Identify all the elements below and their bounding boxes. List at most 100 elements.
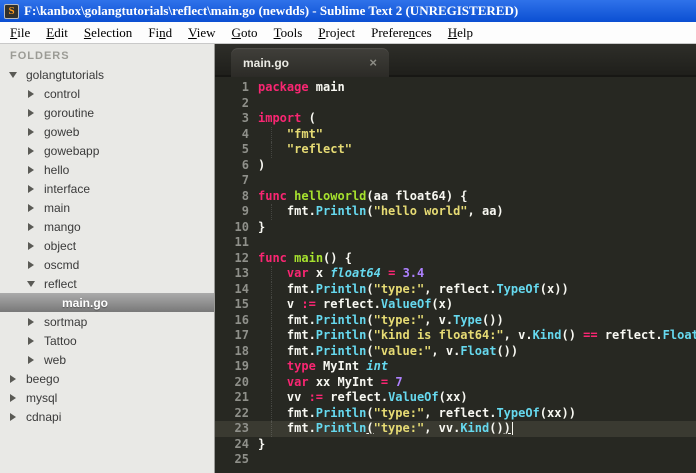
code-line-17[interactable]: 17 fmt.Println("kind is float64:", v.Kin…	[215, 328, 696, 344]
code-token: :=	[301, 297, 316, 311]
sidebar-item-gowebapp[interactable]: gowebapp	[0, 141, 214, 160]
code-area[interactable]: 1 package main 2 3 import (4 "fmt" 5 "reflect…	[215, 77, 696, 473]
window-title: F:\kanbox\golangtutorials\reflect\main.g…	[24, 3, 519, 18]
code-line-22[interactable]: 22 fmt.Println("type:", reflect.TypeOf(x…	[215, 405, 696, 422]
code-line-9[interactable]: 9 fmt.Println("hello world", aa)	[215, 204, 696, 220]
triangle-right-icon[interactable]	[26, 184, 36, 193]
code-line-10[interactable]: 10}	[215, 220, 696, 236]
tab-close-icon[interactable]: ×	[369, 56, 377, 69]
code-token: (aa float64) {	[366, 188, 468, 203]
code-token: reflect.	[597, 328, 663, 342]
sidebar-item-cdnapi[interactable]: cdnapi	[0, 407, 214, 426]
code-line-19[interactable]: 19 type MyInt int	[215, 359, 696, 375]
menu-help[interactable]: Help	[440, 23, 481, 43]
menu-file[interactable]: File	[2, 23, 38, 43]
sidebar-item-main-go[interactable]: main.go	[0, 293, 214, 312]
triangle-right-icon[interactable]	[26, 146, 36, 155]
code-line-16[interactable]: 16 fmt.Println("type:", v.Type())	[215, 312, 696, 329]
code-line-15[interactable]: 15 v := reflect.ValueOf(x)	[215, 297, 696, 313]
code-line-23[interactable]: 23 fmt.Println("type:", vv.Kind())	[215, 421, 696, 437]
triangle-right-icon[interactable]	[26, 165, 36, 174]
line-number: 22	[234, 405, 249, 420]
sidebar-item-hello[interactable]: hello	[0, 160, 214, 179]
menu-selection[interactable]: Selection	[76, 23, 140, 43]
sidebar-item-goweb[interactable]: goweb	[0, 122, 214, 141]
menu-project[interactable]: Project	[310, 23, 363, 43]
sidebar-item-web[interactable]: web	[0, 350, 214, 369]
code-token: ==	[583, 328, 598, 342]
sidebar-item-oscmd[interactable]: oscmd	[0, 255, 214, 274]
code-token: (xx)	[438, 390, 468, 404]
menu-view[interactable]: View	[180, 23, 223, 43]
triangle-right-icon[interactable]	[26, 89, 36, 98]
menu-find-post: d	[165, 24, 173, 40]
sidebar-item-object[interactable]: object	[0, 236, 214, 255]
code-line-6[interactable]: 6)	[215, 158, 696, 174]
line-number: 12	[234, 250, 249, 265]
triangle-right-glyph	[28, 355, 34, 364]
code-line-20[interactable]: 20 var xx MyInt = 7	[215, 374, 696, 391]
code-token: Println	[315, 405, 367, 420]
code-token: (	[366, 405, 374, 420]
code-line-1[interactable]: 1 package main	[215, 80, 696, 96]
code-token: 3.4	[402, 266, 425, 280]
menu-preferences[interactable]: Preferences	[363, 23, 440, 43]
triangle-right-icon[interactable]	[26, 241, 36, 250]
menu-tools[interactable]: Tools	[266, 23, 311, 43]
sidebar-item-goroutine[interactable]: goroutine	[0, 103, 214, 122]
folder-tree: golangtutorials control goroutine goweb gowe…	[0, 65, 214, 426]
line-number: 11	[234, 235, 249, 249]
code-line-25[interactable]: 25	[215, 452, 696, 468]
sidebar-item-golangtutorials[interactable]: golangtutorials	[0, 65, 214, 84]
menu-goto[interactable]: Goto	[224, 23, 266, 43]
code-line-8[interactable]: 8 func helloworld(aa float64) {	[215, 189, 696, 205]
triangle-right-icon[interactable]	[26, 108, 36, 117]
sidebar-item-reflect[interactable]: reflect	[0, 274, 214, 293]
triangle-right-icon[interactable]	[26, 203, 36, 212]
code-token: main	[308, 80, 345, 94]
triangle-right-icon[interactable]	[26, 317, 36, 326]
code-line-12[interactable]: 12 func main() {	[215, 251, 696, 267]
triangle-right-icon[interactable]	[8, 393, 18, 402]
code-token: ())	[482, 312, 504, 327]
triangle-down-icon[interactable]	[26, 280, 36, 287]
sidebar-item-sortmap[interactable]: sortmap	[0, 312, 214, 331]
code-line-text: }	[258, 220, 696, 236]
triangle-right-icon[interactable]	[26, 355, 36, 364]
code-line-14[interactable]: 14 fmt.Println("type:", reflect.TypeOf(x…	[215, 281, 696, 298]
menu-goto-post: oto	[240, 24, 258, 40]
sidebar-item-main[interactable]: main	[0, 198, 214, 217]
sidebar-item-mysql[interactable]: mysql	[0, 388, 214, 407]
tab-main-go[interactable]: main.go ×	[231, 48, 389, 77]
code-line-2[interactable]: 2	[215, 96, 696, 112]
menu-edit[interactable]: Edit	[38, 23, 76, 43]
triangle-right-glyph	[28, 260, 34, 269]
code-line-21[interactable]: 21 vv := reflect.ValueOf(xx)	[215, 390, 696, 406]
code-line-7[interactable]: 7	[215, 173, 696, 189]
triangle-right-icon[interactable]	[26, 260, 36, 269]
sidebar-item-control[interactable]: control	[0, 84, 214, 103]
sidebar-item-interface[interactable]: interface	[0, 179, 214, 198]
sidebar-item-beego[interactable]: beego	[0, 369, 214, 388]
triangle-right-icon[interactable]	[26, 336, 36, 345]
menu-find[interactable]: Find	[140, 23, 180, 43]
code-line-11[interactable]: 11	[215, 235, 696, 251]
code-token: Println	[315, 281, 367, 296]
code-token: , aa)	[467, 204, 504, 218]
code-line-13[interactable]: 13 var x float64 = 3.4	[215, 266, 696, 282]
sidebar-item-mango[interactable]: mango	[0, 217, 214, 236]
sidebar-item-tattoo[interactable]: Tattoo	[0, 331, 214, 350]
triangle-right-icon[interactable]	[26, 222, 36, 231]
code-token: (x))	[539, 281, 569, 296]
code-line-4[interactable]: 4 "fmt"	[215, 126, 696, 143]
code-line-18[interactable]: 18 fmt.Println("value:", v.Float())	[215, 343, 696, 360]
line-number: 8	[241, 188, 249, 203]
triangle-right-icon[interactable]	[8, 374, 18, 383]
code-line-3[interactable]: 3 import (	[215, 111, 696, 127]
code-line-24[interactable]: 24}	[215, 437, 696, 453]
triangle-right-icon[interactable]	[8, 412, 18, 421]
triangle-down-icon[interactable]	[8, 71, 18, 78]
code-line-5[interactable]: 5 "reflect"	[215, 142, 696, 158]
triangle-right-icon[interactable]	[26, 127, 36, 136]
